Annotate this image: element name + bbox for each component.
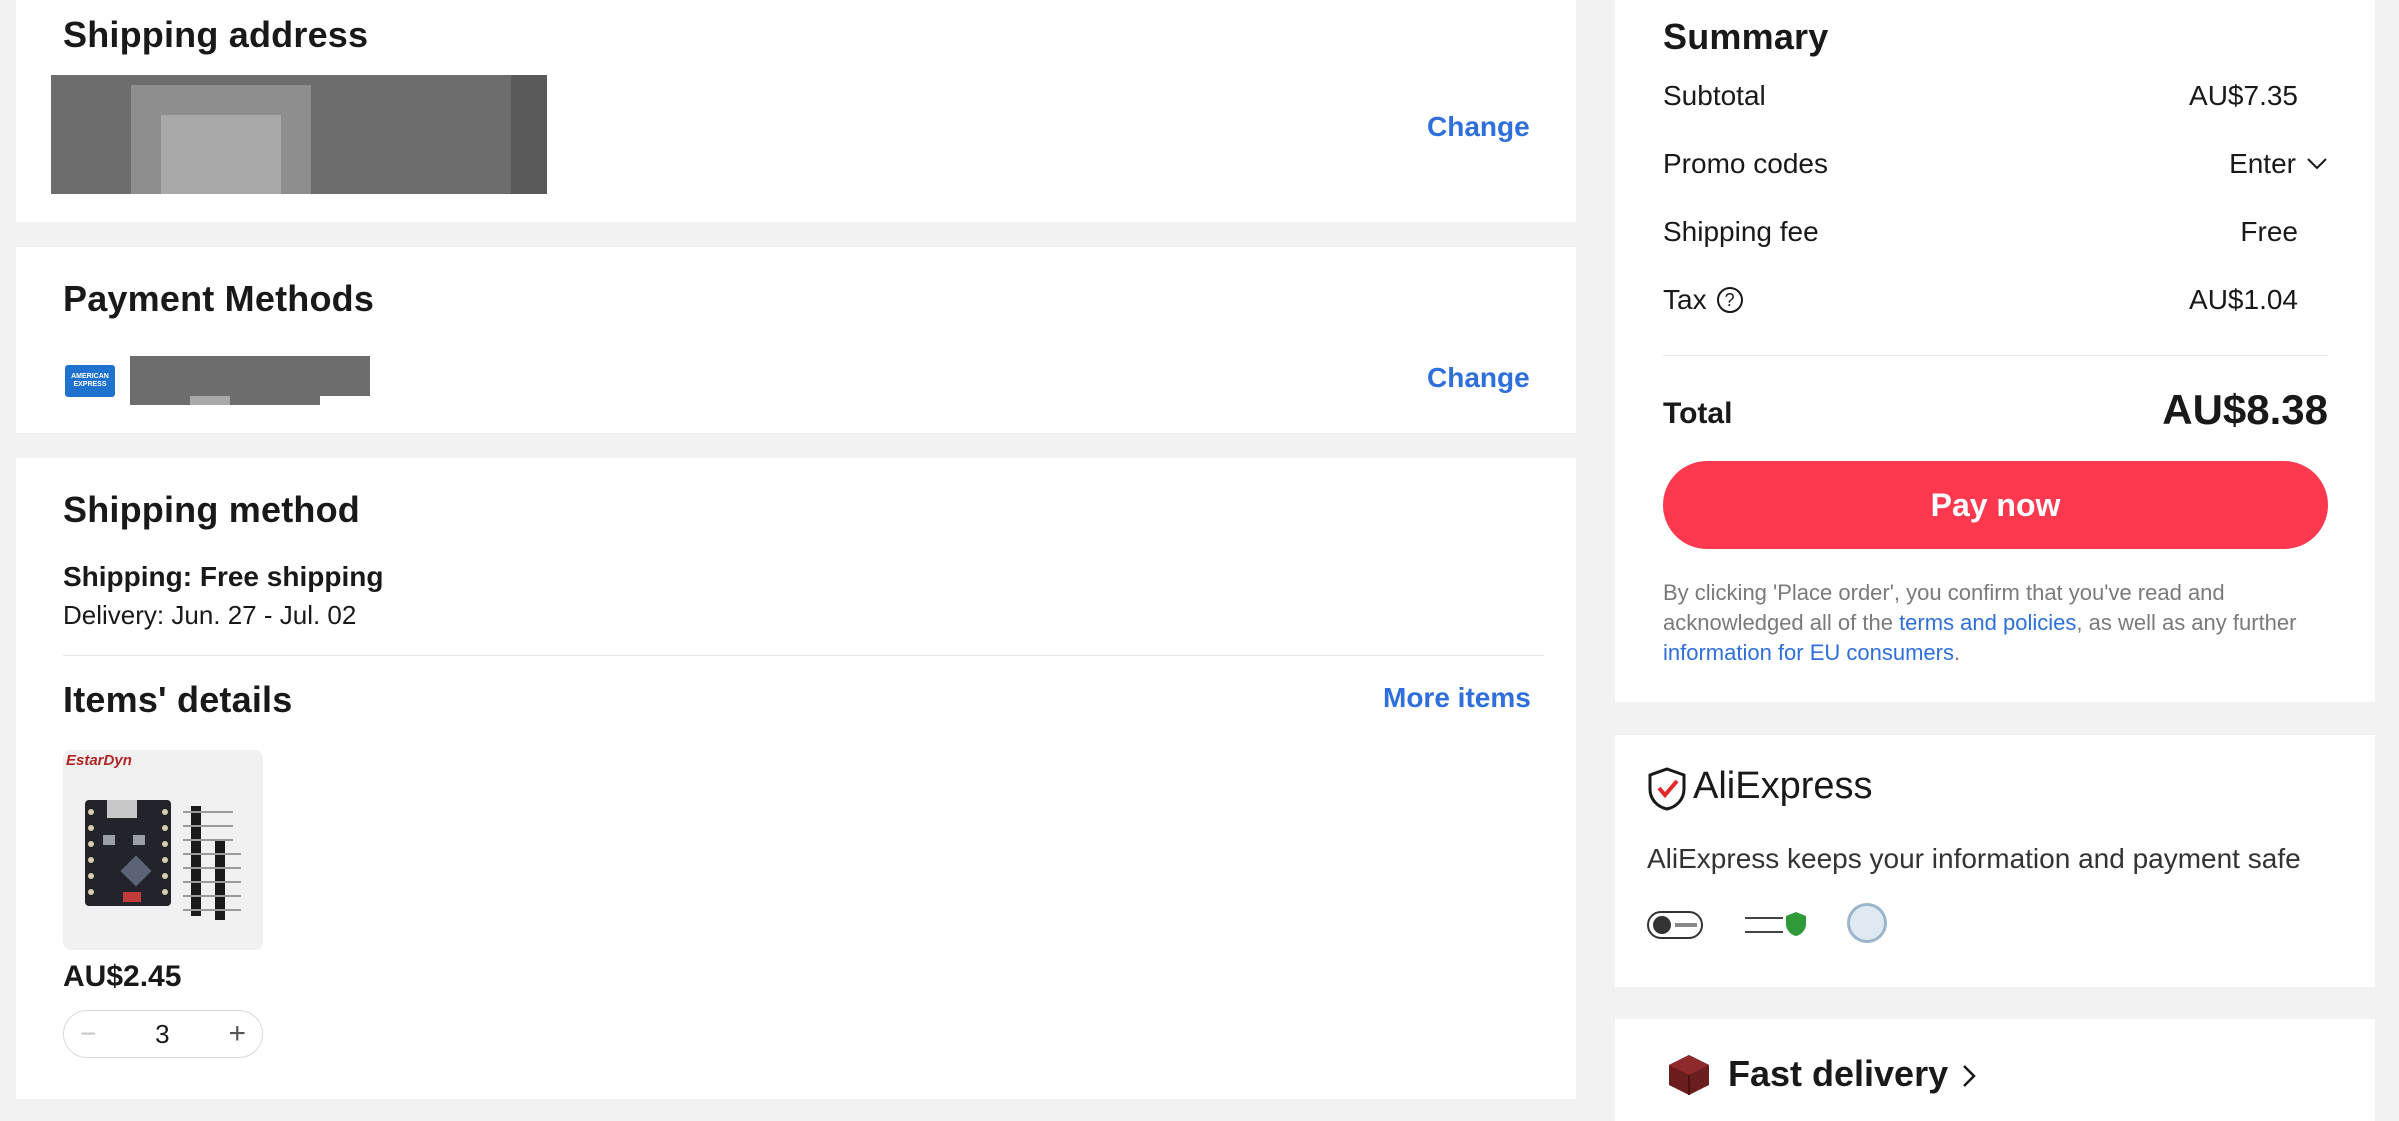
items-details-title: Items' details (63, 679, 293, 720)
shipping-method-title: Shipping method (63, 489, 360, 530)
payment-methods-card: Payment Methods AMERICAN EXPRESS Change (16, 247, 1576, 433)
fast-delivery-card[interactable]: Fast delivery (1615, 1019, 2375, 1121)
help-icon[interactable]: ? (1716, 287, 1743, 313)
promo-enter-text: Enter (2229, 148, 2296, 179)
legal-text: By clicking 'Place order', you confirm t… (1663, 578, 2328, 668)
increase-quantity-button[interactable]: + (228, 1017, 246, 1051)
subtotal-value: AU$7.35 (2189, 80, 2298, 111)
shield-check-icon (1648, 767, 1686, 811)
promo-enter-toggle[interactable]: Enter (2229, 148, 2328, 180)
security-card: AliExpress AliExpress keeps your informa… (1615, 735, 2375, 987)
masked-address (51, 75, 547, 194)
shipping-address-title: Shipping address (63, 14, 369, 55)
quantity-stepper: − 3 + (63, 1010, 263, 1058)
security-message: AliExpress keeps your information and pa… (1647, 843, 2301, 874)
ssl-badge-icon (1745, 909, 1807, 941)
tax-value: AU$1.04 (2189, 284, 2298, 315)
item-price: AU$2.45 (63, 960, 182, 993)
amex-card-icon: AMERICAN EXPRESS (65, 365, 115, 397)
summary-divider (1663, 355, 2328, 356)
package-box-icon (1669, 1055, 1709, 1095)
payment-methods-title: Payment Methods (63, 278, 375, 319)
product-thumbnail[interactable]: EstarDyn (63, 750, 263, 950)
security-badge-icon (1647, 911, 1703, 939)
shipping-fee-label: Shipping fee (1663, 216, 1819, 247)
masked-card-number (130, 356, 370, 405)
total-label: Total (1663, 397, 1733, 430)
chevron-right-icon (1963, 1065, 1976, 1087)
eu-consumers-link[interactable]: information for EU consumers (1663, 640, 1954, 665)
legal-mid: , as well as any further (2076, 610, 2297, 635)
legal-suffix: . (1954, 640, 1961, 665)
subtotal-label: Subtotal (1663, 80, 1766, 111)
section-divider (63, 655, 1544, 656)
promo-codes-label: Promo codes (1663, 148, 1828, 179)
shipping-type-text: Shipping: Free shipping (63, 561, 384, 592)
shipping-fee-value: Free (2240, 216, 2298, 247)
delivery-date-text: Delivery: Jun. 27 - Jul. 02 (63, 600, 357, 630)
change-address-link[interactable]: Change (1427, 111, 1530, 143)
change-payment-link[interactable]: Change (1427, 362, 1530, 394)
microcontroller-board-icon (85, 800, 241, 920)
tax-row: Tax ? AU$1.04 (1663, 284, 2298, 316)
terms-and-policies-link[interactable]: terms and policies (1899, 610, 2076, 635)
amex-logo-text: AMERICAN EXPRESS (71, 373, 109, 388)
total-value: AU$8.38 (2162, 386, 2328, 433)
chevron-down-icon (2307, 158, 2327, 170)
shipping-items-card: Shipping method Shipping: Free shipping … (16, 458, 1576, 1099)
pay-now-button[interactable]: Pay now (1663, 461, 2328, 549)
subtotal-row: Subtotal AU$7.35 (1663, 80, 2298, 112)
fast-delivery-title: Fast delivery (1728, 1053, 1949, 1094)
summary-title: Summary (1663, 16, 1829, 57)
promo-codes-row[interactable]: Promo codes Enter (1663, 148, 2328, 180)
tax-label: Tax (1663, 284, 1707, 315)
aliexpress-logo-text: AliExpress (1693, 765, 1873, 807)
shipping-address-card: Shipping address Change (16, 0, 1576, 222)
shipping-fee-row: Shipping fee Free (1663, 216, 2298, 248)
certification-seal-icon (1847, 903, 1887, 943)
more-items-link[interactable]: More items (1383, 682, 1531, 714)
quantity-value[interactable]: 3 (155, 1019, 169, 1050)
decrease-quantity-button[interactable]: − (80, 1018, 96, 1050)
